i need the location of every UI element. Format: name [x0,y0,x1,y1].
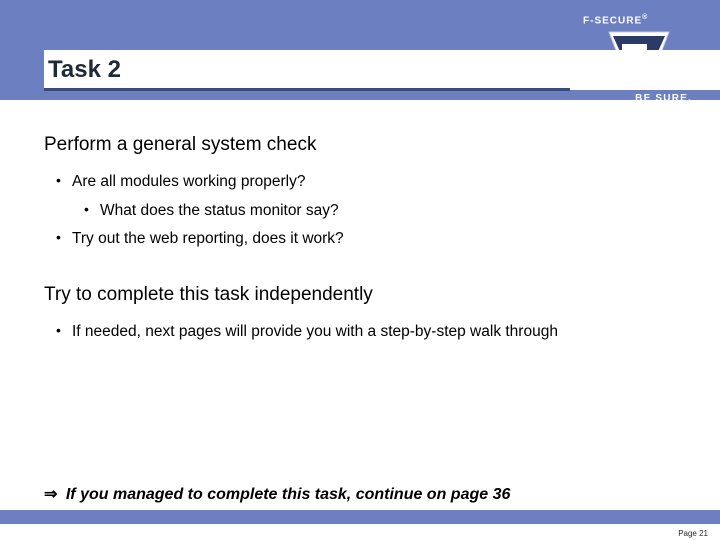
brand-registered: ® [642,14,648,21]
section-1: Perform a general system check Are all m… [44,134,676,254]
section-2-list: If needed, next pages will provide you w… [44,318,676,347]
list-item: Are all modules working properly? What d… [72,168,676,225]
list-item: Try out the web reporting, does it work? [72,225,676,254]
bullet-text: If needed, next pages will provide you w… [72,323,558,340]
brand-name-text: F-SECURE [583,15,642,26]
page-number: Page 21 [678,529,708,538]
title-underline [44,88,570,91]
footer-note-text: If you managed to complete this task, co… [66,486,511,503]
title-row: Task 2 [44,50,720,90]
header-band: F-SECURE® BE SURE. Task 2 [0,0,720,100]
bullet-text: Are all modules working properly? [72,173,305,190]
list-item: If needed, next pages will provide you w… [72,318,676,347]
bullet-text: Try out the web reporting, does it work? [72,230,344,247]
content-area: Perform a general system check Are all m… [0,100,720,347]
page-title: Task 2 [44,56,121,84]
section-1-sublist: What does the status monitor say? [72,197,676,226]
footer-note: ⇒ If you managed to complete this task, … [44,484,510,504]
brand-name: F-SECURE® [581,14,696,26]
footer-bar [0,510,720,524]
section-2: Try to complete this task independently … [44,284,676,347]
arrow-icon: ⇒ [44,486,57,503]
section-1-list: Are all modules working properly? What d… [44,168,676,254]
brand-tagline: BE SURE. [581,93,696,104]
bullet-text: What does the status monitor say? [100,202,339,219]
list-item: What does the status monitor say? [100,197,676,226]
section-2-heading: Try to complete this task independently [44,284,676,306]
section-1-heading: Perform a general system check [44,134,676,156]
